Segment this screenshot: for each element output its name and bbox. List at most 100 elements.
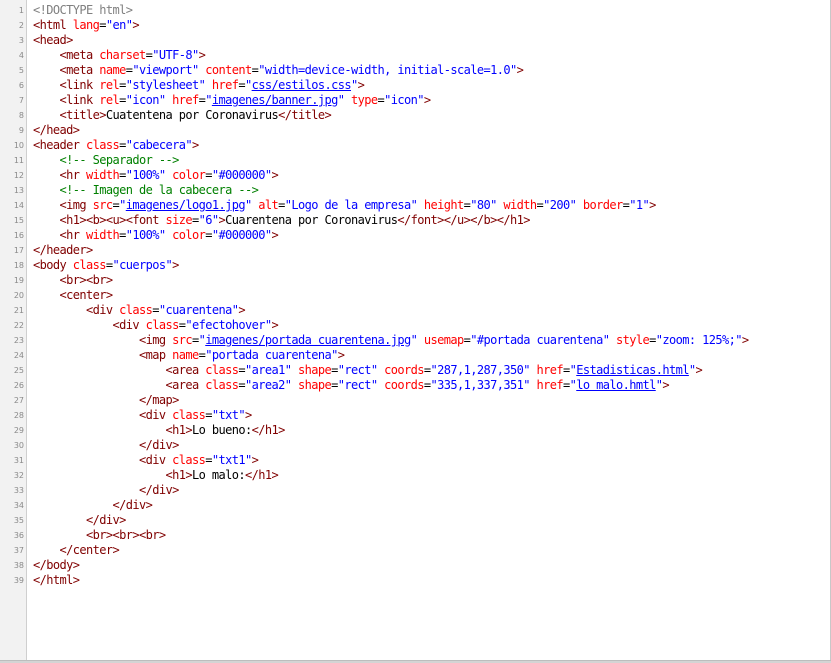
code-line[interactable]: 29 <h1>Lo bueno:</h1> — [0, 423, 831, 438]
code-text[interactable]: <h1>Lo bueno:</h1> — [33, 423, 286, 438]
code-text[interactable]: <div class="efectohover"> — [33, 318, 279, 333]
code-text[interactable]: </div> — [33, 498, 153, 513]
code-line[interactable]: 13 <!-- Imagen de la cabecera --> — [0, 183, 831, 198]
code-line[interactable]: 1 <!DOCTYPE html> — [0, 3, 831, 18]
code-link[interactable]: imagenes/banner.jpg — [212, 93, 338, 107]
code-text[interactable]: <div class="txt1"> — [33, 453, 259, 468]
code-text[interactable]: <link rel="icon" href="imagenes/banner.j… — [33, 93, 432, 108]
code-line[interactable]: 19 <br><br> — [0, 273, 831, 288]
code-token: "#000000" — [211, 228, 272, 242]
code-line[interactable]: 6 <link rel="stylesheet" href="css/estil… — [0, 78, 831, 93]
code-text[interactable]: <html lang="en"> — [33, 18, 140, 33]
code-line[interactable]: 12 <hr width="100%" color="#000000"> — [0, 168, 831, 183]
code-line[interactable]: 11 <!-- Separador --> — [0, 153, 831, 168]
code-text[interactable]: <meta charset="UTF-8"> — [33, 48, 206, 63]
code-line[interactable]: 18 <body class="cuerpos"> — [0, 258, 831, 273]
code-token: <head> — [33, 33, 73, 47]
code-text[interactable]: <br><br><br> — [33, 528, 166, 543]
code-token: = — [192, 213, 199, 227]
code-token: <div — [86, 303, 113, 317]
code-text[interactable]: <header class="cabecera"> — [33, 138, 199, 153]
code-text[interactable]: </div> — [33, 438, 179, 453]
code-text[interactable]: <center> — [33, 288, 114, 303]
code-text[interactable]: <!-- Separador --> — [33, 153, 180, 168]
code-token: href — [529, 363, 563, 377]
code-link[interactable]: imagenes/portada cuarentena.jpg — [205, 333, 411, 347]
code-text[interactable]: </header> — [33, 243, 93, 258]
code-text[interactable]: <h1>Lo malo:</h1> — [33, 468, 279, 483]
line-number: 25 — [13, 366, 24, 375]
code-text[interactable]: <body class="cuerpos"> — [33, 258, 179, 273]
code-text[interactable]: <div class="cuarentena"> — [33, 303, 246, 318]
code-line[interactable]: 28 <div class="txt"> — [0, 408, 831, 423]
code-text[interactable]: </div> — [33, 513, 126, 528]
code-line[interactable]: 27 </map> — [0, 393, 831, 408]
code-text[interactable]: <img src="imagenes/portada cuarentena.jp… — [33, 333, 749, 348]
code-token: " — [351, 78, 358, 92]
code-line[interactable]: 35 </div> — [0, 513, 831, 528]
code-text[interactable]: <link rel="stylesheet" href="css/estilos… — [33, 78, 365, 93]
code-text[interactable]: <meta name="viewport" content="width=dev… — [33, 63, 524, 78]
code-text[interactable]: </center> — [33, 543, 120, 558]
code-token: "rect" — [337, 363, 378, 377]
code-line[interactable]: 8 <title>Cuatentena por Coronavirus</tit… — [0, 108, 831, 123]
code-line[interactable]: 2 <html lang="en"> — [0, 18, 831, 33]
code-line[interactable]: 30 </div> — [0, 438, 831, 453]
code-line[interactable]: 4 <meta charset="UTF-8"> — [0, 48, 831, 63]
code-line[interactable]: 38 </body> — [0, 558, 831, 573]
code-link[interactable]: Estadisticas.html — [576, 363, 689, 377]
code-editor[interactable]: 1 <!DOCTYPE html> 2 <html lang="en"> 3 <head>… — [0, 0, 831, 663]
code-line[interactable]: 36 <br><br><br> — [0, 528, 831, 543]
code-line[interactable]: 32 <h1>Lo malo:</h1> — [0, 468, 831, 483]
code-line[interactable]: 34 </div> — [0, 498, 831, 513]
code-line[interactable]: 25 <area class="area1" shape="rect" coor… — [0, 363, 831, 378]
code-token: </map> — [139, 393, 179, 407]
code-line[interactable]: 3 <head> — [0, 33, 831, 48]
code-text[interactable]: <!DOCTYPE html> — [33, 3, 133, 18]
code-line[interactable]: 14 <img src="imagenes/logo1.jpg" alt="Lo… — [0, 198, 831, 213]
code-link[interactable]: css/estilos.css — [252, 78, 352, 92]
code-text[interactable]: <hr width="100%" color="#000000"> — [33, 168, 279, 183]
code-text[interactable]: <div class="txt"> — [33, 408, 252, 423]
code-token: = — [423, 378, 431, 392]
code-text[interactable]: <area class="area1" shape="rect" coords=… — [33, 363, 703, 378]
code-token: <area — [165, 363, 200, 377]
code-link[interactable]: imagenes/logo1.jpg — [126, 198, 246, 212]
code-text[interactable]: </html> — [33, 573, 80, 588]
code-text[interactable]: </div> — [33, 483, 179, 498]
code-text[interactable]: <br><br> — [33, 273, 114, 288]
code-text[interactable]: </body> — [33, 558, 80, 573]
code-token: class — [165, 453, 206, 467]
code-text[interactable]: <title>Cuatentena por Coronavirus</title… — [33, 108, 332, 123]
code-text[interactable]: <head> — [33, 33, 73, 48]
code-line[interactable]: 15 <h1><b><u><font size="6">Cuarentena p… — [0, 213, 831, 228]
code-text[interactable]: </map> — [33, 393, 179, 408]
code-link[interactable]: lo malo.hmtl — [576, 378, 656, 392]
code-line[interactable]: 9 </head> — [0, 123, 831, 138]
code-line[interactable]: 26 <area class="area2" shape="rect" coor… — [0, 378, 831, 393]
code-line[interactable]: 21 <div class="cuarentena"> — [0, 303, 831, 318]
code-line[interactable]: 33 </div> — [0, 483, 831, 498]
code-text[interactable]: <area class="area2" shape="rect" coords=… — [33, 378, 670, 393]
code-line[interactable]: 23 <img src="imagenes/portada cuarentena… — [0, 333, 831, 348]
code-line[interactable]: 20 <center> — [0, 288, 831, 303]
code-line[interactable]: 5 <meta name="viewport" content="width=d… — [0, 63, 831, 78]
code-line[interactable]: 37 </center> — [0, 543, 831, 558]
code-text[interactable]: <hr width="100%" color="#000000"> — [33, 228, 279, 243]
code-text[interactable]: </head> — [33, 123, 80, 138]
code-line[interactable]: 39 </html> — [0, 573, 831, 588]
line-number: 33 — [13, 486, 24, 495]
code-text[interactable]: <img src="imagenes/logo1.jpg" alt="Logo … — [33, 198, 657, 213]
code-line[interactable]: 24 <map name="portada cuarentena"> — [0, 348, 831, 363]
code-line[interactable]: 17 </header> — [0, 243, 831, 258]
code-text[interactable]: <map name="portada cuarentena"> — [33, 348, 345, 363]
code-text[interactable]: <!-- Imagen de la cabecera --> — [33, 183, 259, 198]
code-line[interactable]: 31 <div class="txt1"> — [0, 453, 831, 468]
code-line[interactable]: 22 <div class="efectohover"> — [0, 318, 831, 333]
code-line[interactable]: 7 <link rel="icon" href="imagenes/banner… — [0, 93, 831, 108]
code-line[interactable]: 16 <hr width="100%" color="#000000"> — [0, 228, 831, 243]
code-text[interactable]: <h1><b><u><font size="6">Cuarentena por … — [33, 213, 531, 228]
code-line[interactable]: 10 <header class="cabecera"> — [0, 138, 831, 153]
